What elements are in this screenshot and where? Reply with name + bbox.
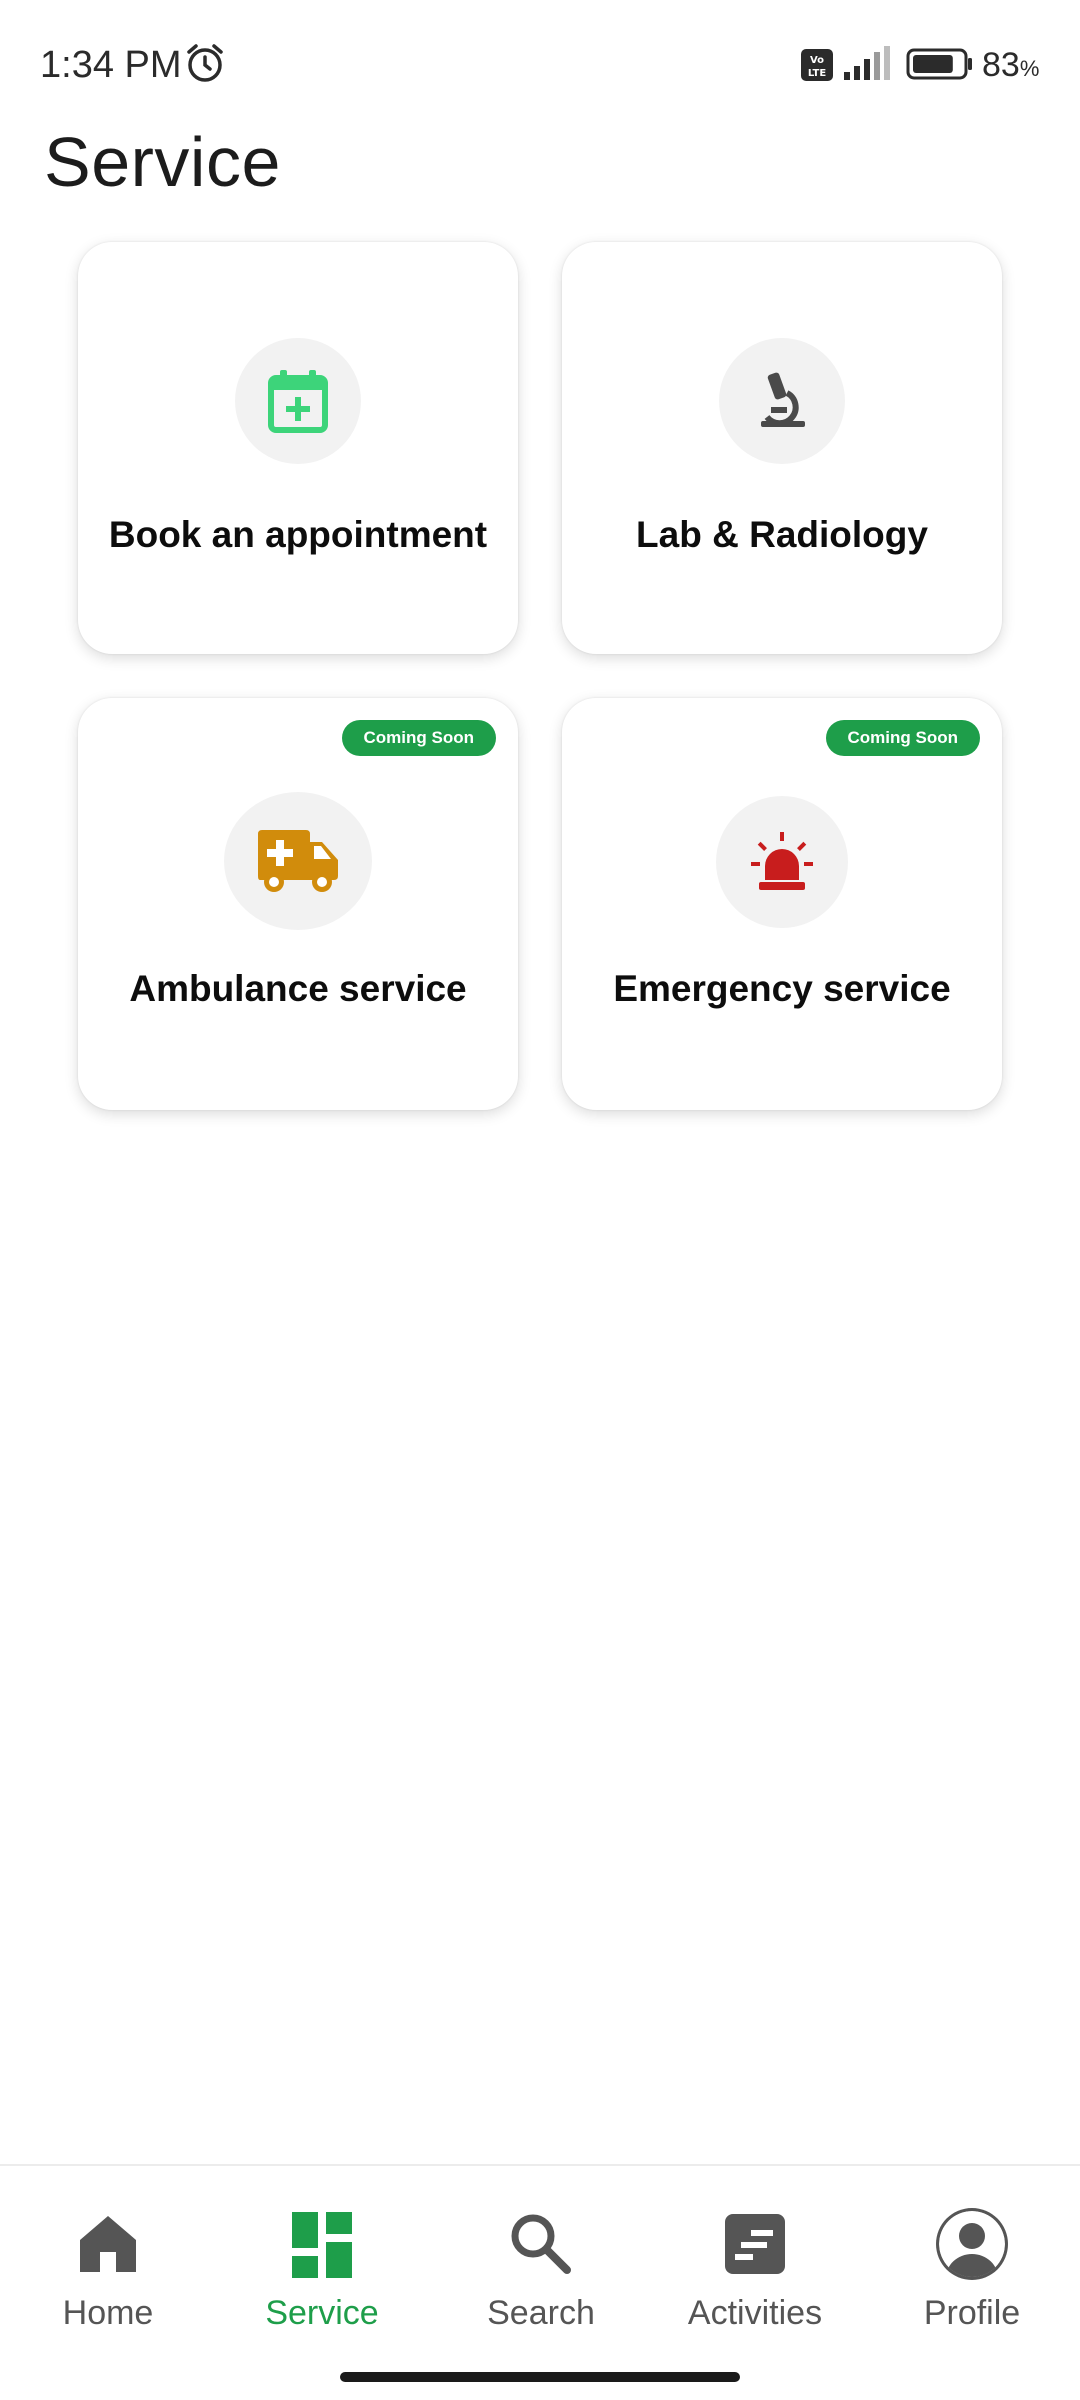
nav-item-activities[interactable]: Activities	[655, 2206, 855, 2346]
coming-soon-badge: Coming Soon	[825, 720, 980, 756]
icon-circle	[719, 338, 845, 464]
status-time: 1:34 PM	[40, 44, 182, 86]
signal-icon	[844, 46, 890, 80]
card-label: Lab & Radiology	[636, 514, 928, 555]
search-icon	[511, 2214, 571, 2274]
dashboard-icon	[292, 2212, 352, 2278]
coming-soon-badge: Coming Soon	[341, 720, 496, 756]
battery-icon	[906, 48, 972, 80]
ambulance-service-card[interactable]: Coming Soon Ambulance service	[78, 698, 518, 1110]
svg-text:LTE: LTE	[808, 68, 827, 79]
icon-circle	[235, 338, 361, 464]
calendar-plus-icon	[268, 370, 328, 433]
nav-label: Activities	[687, 2294, 823, 2332]
nav-label: Service	[265, 2294, 379, 2332]
card-label: Ambulance service	[129, 968, 467, 1009]
nav-label: Home	[62, 2294, 154, 2332]
icon-circle	[224, 792, 372, 930]
volte-icon: Vo LTE	[801, 49, 833, 81]
card-label: Book an appointment	[108, 514, 488, 555]
home-indicator[interactable]	[340, 2372, 740, 2382]
book-appointment-card[interactable]: Book an appointment	[78, 242, 518, 654]
profile-icon	[936, 2208, 1008, 2280]
activities-icon	[725, 2214, 785, 2274]
emergency-service-card[interactable]: Coming Soon Emergency service	[562, 698, 1002, 1110]
nav-label: Search	[487, 2294, 595, 2332]
nav-item-home[interactable]: Home	[8, 2206, 208, 2346]
icon-circle	[716, 796, 848, 928]
nav-item-profile[interactable]: Profile	[872, 2206, 1072, 2346]
nav-item-service[interactable]: Service	[222, 2206, 422, 2346]
ambulance-icon	[258, 830, 338, 892]
card-label: Emergency service	[613, 968, 951, 1009]
bottom-nav: Home Service Search Activities Profile	[0, 2164, 1080, 2400]
page-title: Service	[44, 123, 281, 201]
svg-text:Vo: Vo	[810, 55, 824, 66]
status-bar: 1:34 PM Vo LTE 83%	[0, 0, 1080, 130]
nav-label: Profile	[923, 2294, 1021, 2332]
microscope-icon	[761, 372, 805, 427]
nav-item-search[interactable]: Search	[441, 2206, 641, 2346]
lab-radiology-card[interactable]: Lab & Radiology	[562, 242, 1002, 654]
siren-icon	[751, 832, 813, 890]
battery-percent: 83%	[982, 46, 1040, 84]
home-icon	[80, 2216, 136, 2272]
alarm-icon	[187, 44, 223, 82]
